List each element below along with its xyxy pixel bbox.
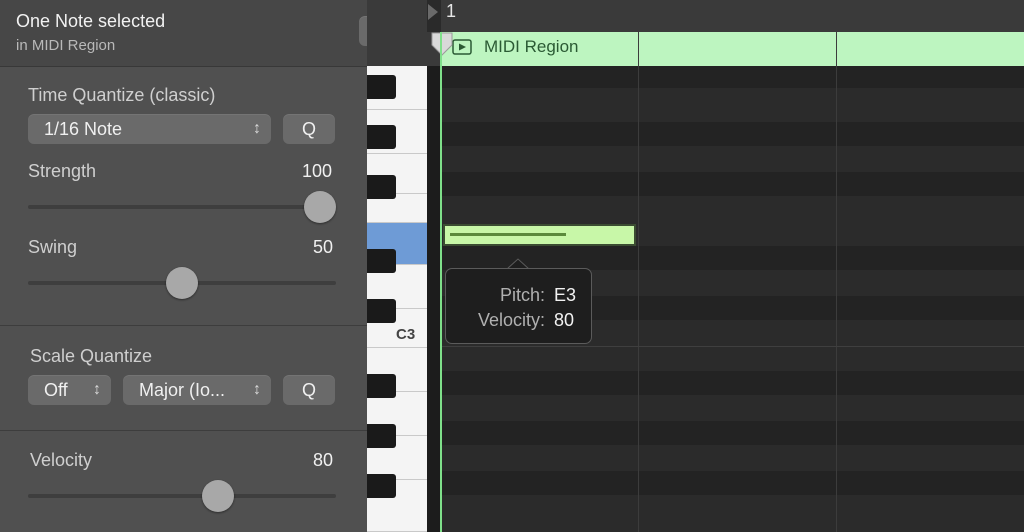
black-key-lane <box>441 421 1024 445</box>
beat-gridline <box>836 32 837 532</box>
octave-gridline <box>441 346 1024 347</box>
time-quantize-popup[interactable]: 1/16 Note ↕ <box>28 114 271 144</box>
pitch-value: E3 <box>554 285 577 305</box>
velocity-slider-knob[interactable] <box>201 480 234 512</box>
velocity-label: Velocity <box>30 450 93 470</box>
black-key[interactable] <box>367 125 396 149</box>
beat-gridline <box>638 32 639 532</box>
swing-label: Swing <box>28 237 78 257</box>
playhead-line <box>440 32 442 532</box>
scale-type-popup[interactable]: Major (Io... ↕ <box>123 375 271 405</box>
section-divider <box>0 325 367 326</box>
selection-subtitle: in MIDI Region <box>16 37 116 54</box>
playhead-handle-icon[interactable] <box>430 31 454 57</box>
velocity-value: 80 <box>313 450 334 470</box>
scale-root-popup[interactable]: Off ↕ <box>28 375 111 405</box>
c3-key-label: C3 <box>396 326 416 343</box>
black-key-lane <box>441 371 1024 395</box>
chevron-updown-icon: ↕ <box>253 381 261 398</box>
scale-quantize-label: Scale Quantize <box>30 346 153 366</box>
black-key[interactable] <box>367 175 396 199</box>
swing-slider-knob[interactable] <box>166 267 198 299</box>
region-play-icon <box>452 39 472 55</box>
black-key-lane <box>441 471 1024 495</box>
section-divider <box>0 430 367 431</box>
black-key-lane <box>441 172 1024 196</box>
chevron-updown-icon: ↕ <box>93 381 101 398</box>
bar-number: 1 <box>446 1 457 21</box>
region-name: MIDI Region <box>484 37 579 56</box>
time-quantize-q-button[interactable]: Q <box>283 114 335 144</box>
black-key-lane <box>441 66 1024 88</box>
scale-root-value: Off <box>44 380 68 400</box>
black-key[interactable] <box>367 299 396 323</box>
strength-value: 100 <box>302 161 333 181</box>
black-key[interactable] <box>367 374 396 398</box>
ruler-triangle-icon <box>428 4 438 20</box>
scale-quantize-q-button[interactable]: Q <box>283 375 335 405</box>
bar-ruler[interactable] <box>427 0 1024 32</box>
chevron-updown-icon: ↕ <box>253 120 261 137</box>
scale-type-value: Major (Io... <box>139 380 226 400</box>
selection-title: One Note selected <box>16 11 166 31</box>
tooltip-arrow-mask <box>508 260 528 270</box>
black-key[interactable] <box>367 424 396 448</box>
strength-slider-track[interactable] <box>28 205 336 209</box>
note-velocity-bar <box>450 233 566 236</box>
black-key[interactable] <box>367 474 396 498</box>
time-quantize-value: 1/16 Note <box>44 119 123 139</box>
time-quantize-label: Time Quantize (classic) <box>28 85 216 105</box>
black-key[interactable] <box>367 249 396 273</box>
strength-label: Strength <box>28 161 97 181</box>
velocity-tooltip-label: Velocity: <box>477 310 545 330</box>
black-key-lane <box>441 122 1024 146</box>
note-info-tooltip <box>445 268 592 344</box>
strength-slider-knob[interactable] <box>304 191 336 223</box>
pitch-label: Pitch: <box>499 285 545 305</box>
swing-value: 50 <box>313 237 334 257</box>
black-key[interactable] <box>367 75 396 99</box>
velocity-tooltip-value: 80 <box>554 310 575 330</box>
velocity-slider-track[interactable] <box>28 494 336 498</box>
keyboard-header <box>367 0 427 66</box>
